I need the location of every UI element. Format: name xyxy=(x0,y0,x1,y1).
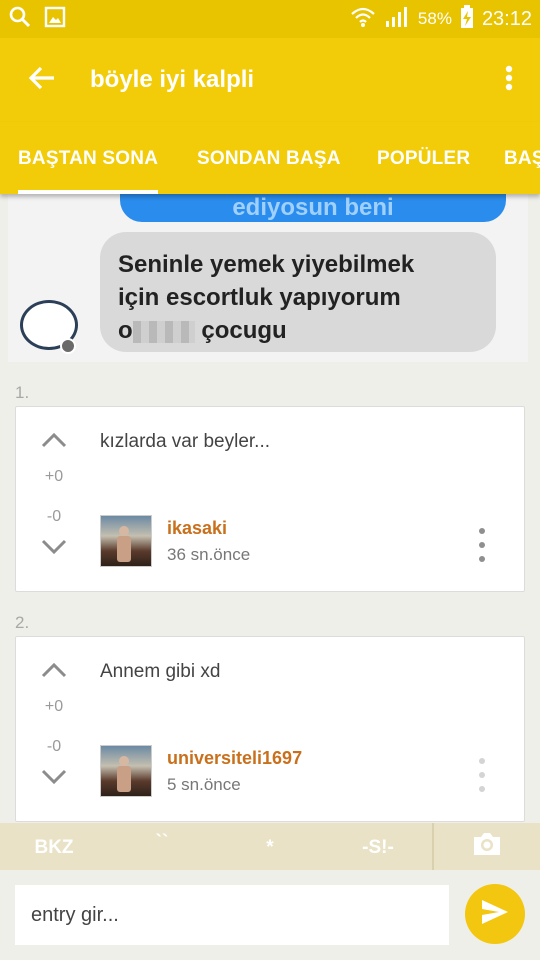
upvote-button[interactable] xyxy=(40,661,68,684)
tab-sondan-basa[interactable]: SONDAN BAŞA xyxy=(197,122,341,194)
star-button[interactable]: * xyxy=(216,823,324,870)
backtick-button[interactable]: `` xyxy=(108,823,216,870)
entry-menu-button[interactable] xyxy=(472,528,492,562)
arrow-left-icon xyxy=(28,66,56,95)
entry-input[interactable] xyxy=(15,885,449,945)
wifi-icon xyxy=(350,6,376,33)
entry-card: +0 -0 Annem gibi xd universiteli1697 5 s… xyxy=(15,636,525,822)
entry-text: kızlarda var beyler... xyxy=(100,431,271,452)
send-icon xyxy=(480,898,510,931)
author-name[interactable]: ikasaki xyxy=(167,518,227,539)
more-vertical-icon xyxy=(505,65,513,96)
chat-line-prefix: o xyxy=(118,317,133,344)
entry-number: 2. xyxy=(15,613,30,632)
entry-time: 36 sn.önce xyxy=(167,545,251,564)
camera-icon xyxy=(471,830,503,863)
chat-line: o çocugu xyxy=(118,314,478,347)
downvote-button[interactable] xyxy=(40,538,68,561)
clock: 23:12 xyxy=(481,7,532,30)
author-name[interactable]: universiteli1697 xyxy=(167,748,302,769)
camera-button[interactable] xyxy=(432,823,540,870)
entry-time: 5 sn.önce xyxy=(167,775,241,794)
chat-bubble-received: Seninle yemek yiyebilmek için escortluk … xyxy=(100,232,496,352)
composer xyxy=(0,870,540,960)
chevron-up-icon xyxy=(40,662,68,683)
censor-blur xyxy=(132,320,195,343)
sort-tabs: BAŞTAN SONA SONDAN BAŞA POPÜLER BAŞ xyxy=(0,122,540,194)
chevron-up-icon xyxy=(40,432,68,453)
entry-text: Annem gibi xd xyxy=(100,661,221,682)
battery-charging-icon xyxy=(460,4,474,34)
entry-menu-button[interactable] xyxy=(472,758,492,792)
topic-image[interactable]: ediyosun beni Seninle yemek yiyebilmek i… xyxy=(8,194,528,362)
upvote-count: +0 xyxy=(44,698,64,715)
chat-bubble-sent: ediyosun beni xyxy=(120,194,506,222)
downvote-button[interactable] xyxy=(40,768,68,791)
format-shortcut-bar: BKZ `` * -S!- xyxy=(0,823,540,870)
more-vertical-icon xyxy=(479,528,485,534)
send-button[interactable] xyxy=(465,884,525,944)
search-icon xyxy=(8,5,32,34)
tab-bastan-sona[interactable]: BAŞTAN SONA xyxy=(18,122,159,194)
upvote-count: +0 xyxy=(44,468,64,485)
spoiler-button[interactable]: -S!- xyxy=(324,823,432,870)
gallery-icon xyxy=(44,6,66,33)
chat-line: Seninle yemek yiyebilmek xyxy=(118,251,415,278)
chat-line: için escortluk yapıyorum xyxy=(118,284,401,311)
upvote-button[interactable] xyxy=(40,431,68,454)
app-bar: böyle iyi kalpli xyxy=(0,38,540,122)
author-avatar[interactable] xyxy=(100,745,152,797)
entry-card: +0 -0 kızlarda var beyler... ikasaki 36 … xyxy=(15,406,525,592)
back-button[interactable] xyxy=(0,38,84,122)
more-options-button[interactable] xyxy=(478,38,540,122)
chevron-down-icon xyxy=(40,769,68,790)
messenger-badge-icon xyxy=(60,338,76,354)
downvote-count: -0 xyxy=(46,508,62,525)
battery-percent: 58% xyxy=(417,9,452,28)
author-avatar[interactable] xyxy=(100,515,152,567)
topic-title: böyle iyi kalpli xyxy=(90,66,255,93)
signal-icon xyxy=(384,6,410,33)
more-vertical-icon xyxy=(479,758,485,764)
chevron-down-icon xyxy=(40,539,68,560)
tab-bas[interactable]: BAŞ xyxy=(504,122,540,194)
chat-line-suffix: çocugu xyxy=(201,317,287,344)
downvote-count: -0 xyxy=(46,738,62,755)
bkz-button[interactable]: BKZ xyxy=(0,823,108,870)
tab-populer[interactable]: POPÜLER xyxy=(377,122,470,194)
status-bar: 58% 23:12 xyxy=(0,0,540,38)
entry-number: 1. xyxy=(15,383,30,402)
